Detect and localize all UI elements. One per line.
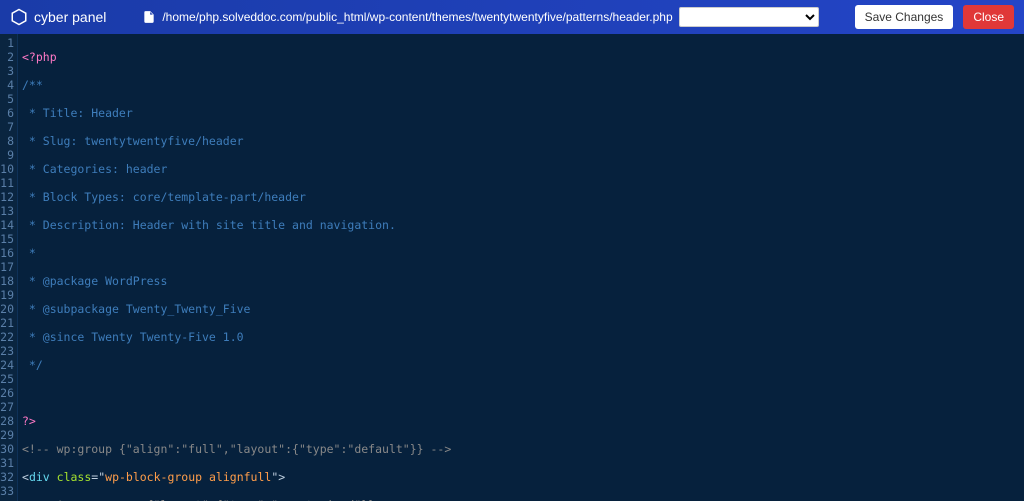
logo-text: cyber panel [34, 9, 106, 25]
line-number: 23 [0, 344, 14, 358]
top-bar: cyber panel /home/php.solveddoc.com/publ… [0, 0, 1024, 34]
line-number: 19 [0, 288, 14, 302]
line-number: 1 [0, 36, 14, 50]
php-close: ?> [22, 414, 36, 428]
comment: */ [22, 358, 43, 372]
file-path-area: /home/php.solveddoc.com/public_html/wp-c… [116, 7, 844, 27]
line-number: 22 [0, 330, 14, 344]
line-number: 15 [0, 232, 14, 246]
logo: cyber panel [10, 8, 106, 26]
line-number: 4 [0, 78, 14, 92]
line-gutter: 1234567891011121314151617181920212223242… [0, 34, 18, 501]
line-number: 28 [0, 414, 14, 428]
line-number: 6 [0, 106, 14, 120]
line-number: 16 [0, 246, 14, 260]
line-number: 31 [0, 456, 14, 470]
line-number: 11 [0, 176, 14, 190]
close-button[interactable]: Close [963, 5, 1014, 29]
file-icon [142, 10, 156, 24]
line-number: 2 [0, 50, 14, 64]
line-number: 9 [0, 148, 14, 162]
code-editor[interactable]: 1234567891011121314151617181920212223242… [0, 34, 1024, 501]
php-open: <?php [22, 50, 57, 64]
save-button[interactable]: Save Changes [855, 5, 954, 29]
line-number: 24 [0, 358, 14, 372]
line-number: 10 [0, 162, 14, 176]
comment: * @since Twenty Twenty-Five 1.0 [22, 330, 244, 344]
line-number: 33 [0, 484, 14, 498]
comment: * Categories: header [22, 162, 167, 176]
html-comment: <!-- wp:group {"align":"full","layout":{… [22, 442, 451, 456]
comment: * @subpackage Twenty_Twenty_Five [22, 302, 250, 316]
line-number: 18 [0, 274, 14, 288]
line-number: 12 [0, 190, 14, 204]
hexagon-icon [10, 8, 28, 26]
comment: * Slug: twentytwentyfive/header [22, 134, 244, 148]
line-number: 29 [0, 428, 14, 442]
file-dropdown[interactable] [679, 7, 819, 27]
code-area[interactable]: <?php /** * Title: Header * Slug: twenty… [18, 34, 1024, 501]
line-number: 26 [0, 386, 14, 400]
comment: * Title: Header [22, 106, 133, 120]
line-number: 21 [0, 316, 14, 330]
comment: * [22, 246, 36, 260]
line-number: 27 [0, 400, 14, 414]
line-number: 17 [0, 260, 14, 274]
line-number: 3 [0, 64, 14, 78]
comment: /** [22, 78, 43, 92]
comment: * Block Types: core/template-part/header [22, 190, 306, 204]
line-number: 13 [0, 204, 14, 218]
line-number: 30 [0, 442, 14, 456]
line-number: 5 [0, 92, 14, 106]
line-number: 32 [0, 470, 14, 484]
comment: * Description: Header with site title an… [22, 218, 396, 232]
line-number: 7 [0, 120, 14, 134]
line-number: 8 [0, 134, 14, 148]
file-path: /home/php.solveddoc.com/public_html/wp-c… [162, 10, 672, 24]
line-number: 20 [0, 302, 14, 316]
line-number: 25 [0, 372, 14, 386]
comment: * @package WordPress [22, 274, 167, 288]
line-number: 14 [0, 218, 14, 232]
